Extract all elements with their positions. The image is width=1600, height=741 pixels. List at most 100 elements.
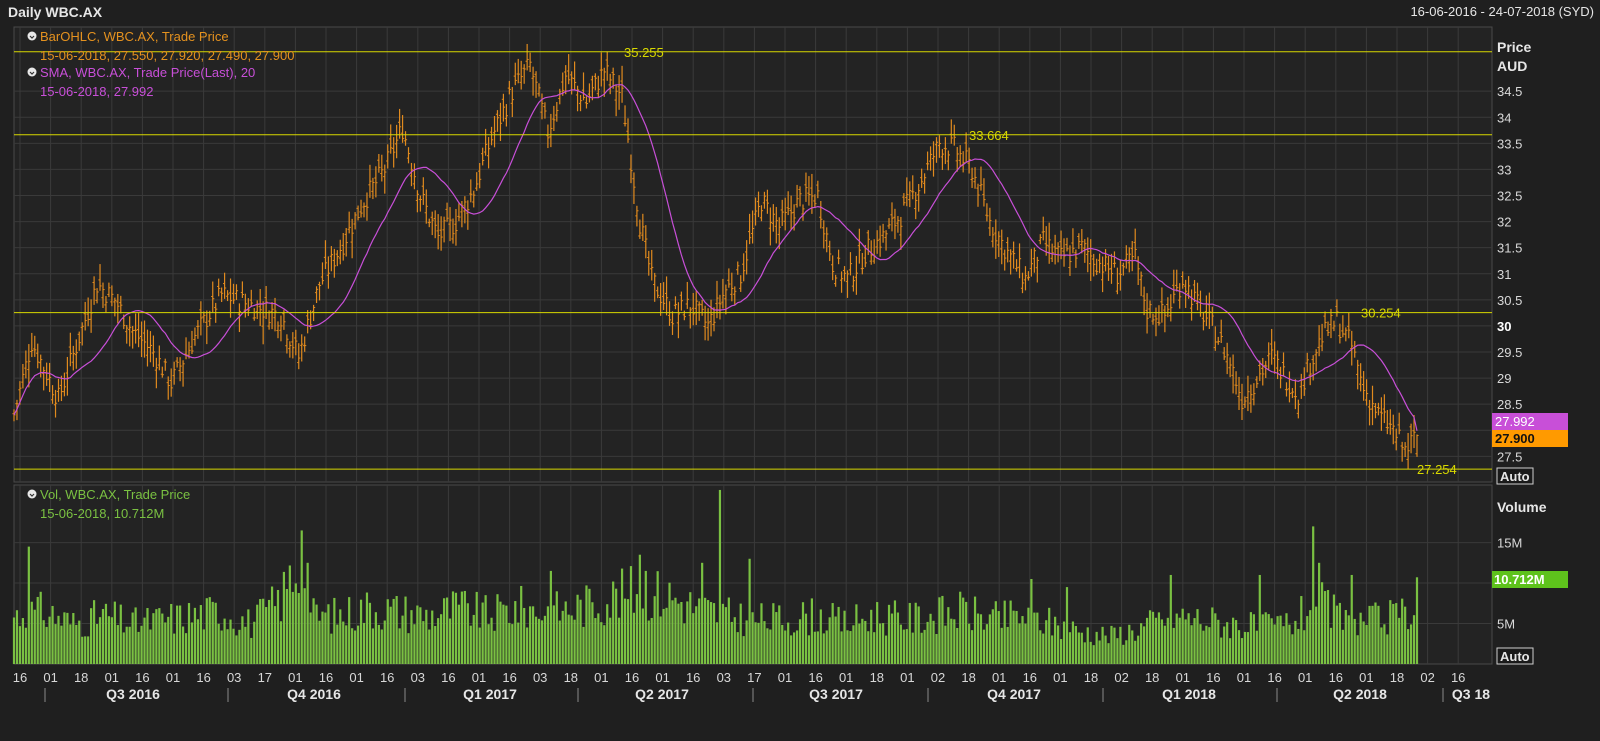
volume-bar [730,621,733,664]
volume-bar [801,602,805,664]
legend-toggle-icon[interactable] [27,31,37,41]
volume-bar [603,625,606,664]
volume-bar [591,602,594,664]
volume-bar [413,624,416,664]
volume-bar [1101,626,1104,664]
volume-bar [594,618,597,664]
x-day-label: 18 [1145,670,1159,685]
price-tick-label: 30.5 [1497,293,1522,308]
volume-bar [1131,630,1134,664]
volume-bar [748,558,751,664]
volume-bar [241,616,244,664]
volume-bar [63,612,66,664]
volume-bar [51,605,54,664]
volume-bar [457,604,461,664]
volume-bar [1039,630,1042,664]
x-day-label: 01 [43,670,57,685]
volume-bar [715,622,719,664]
volume-bar [1291,634,1294,664]
x-day-label: 01 [1176,670,1190,685]
volume-bar [1178,617,1181,664]
x-day-label: 01 [166,670,180,685]
volume-bar [348,597,351,664]
volume-bar [1362,621,1365,664]
volume-bar [1288,624,1291,664]
volume-bar [733,617,736,664]
volume-bar [1116,638,1119,664]
volume-bar [158,608,161,664]
volume-bar [778,605,781,664]
volume-bar [834,616,837,664]
volume-bar [793,632,796,664]
volume-bar [908,602,911,664]
volume-bar [588,588,591,664]
volume-bar [256,604,259,664]
legend-toggle-icon[interactable] [27,489,37,499]
x-day-label: 17 [747,670,761,685]
volume-bar [1077,632,1080,664]
volume-bar [1125,640,1128,664]
level-label: 30.254 [1361,306,1401,321]
volume-bar [899,624,902,664]
volume-bar [98,617,102,664]
volume-bar [279,621,283,664]
volume-bar [1377,605,1380,664]
volume-bar [837,606,840,664]
volume-bar [1329,627,1333,664]
volume-bar [469,625,472,664]
x-day-label: 03 [717,670,731,685]
price-volume-chart[interactable]: 27.52828.52929.53030.53131.53232.53333.5… [0,0,1600,741]
x-day-label: 02 [931,670,945,685]
volume-bar [345,625,348,664]
volume-bar [1080,632,1083,664]
volume-bar [656,571,659,664]
volume-bar [807,635,811,664]
volume-bar [442,598,446,664]
price-axis-unit: AUD [1497,58,1527,74]
volume-bar [855,604,858,664]
volume-bar [419,607,422,664]
volume-bar [790,635,793,664]
volume-bar [1000,627,1003,664]
volume-bar [674,597,677,664]
price-tick-label: 31.5 [1497,241,1522,256]
volume-auto-button-label[interactable]: Auto [1500,649,1530,664]
x-day-label: 16 [1451,670,1465,685]
volume-bar [196,619,200,664]
volume-bar [692,613,695,664]
volume-bar [1021,616,1024,664]
volume-bar [1231,617,1235,664]
price-tick-label: 28.5 [1497,397,1522,412]
volume-bar [1261,614,1264,664]
volume-bar [226,629,229,664]
price-auto-button-label[interactable]: Auto [1500,469,1530,484]
x-day-label: 01 [1237,670,1251,685]
volume-bar [380,629,383,664]
volume-bar [944,625,947,664]
volume-bar [238,629,241,664]
volume-bar [359,599,363,664]
volume-bar [297,593,300,664]
volume-bar [1062,621,1066,664]
volume-bar [609,617,612,664]
volume-bar [626,599,630,664]
volume-bar [1350,574,1353,664]
volume-bar [970,630,974,664]
legend-toggle-icon[interactable] [27,67,37,77]
volume-bar [1412,615,1416,664]
volume-bar [1086,627,1089,664]
volume-bar [244,626,247,664]
volume-bar [324,612,327,664]
volume-bar [695,606,698,664]
x-day-label: 18 [564,670,578,685]
volume-bar [683,623,686,664]
volume-bar [42,620,45,664]
quarter-label: Q4 2017 [987,686,1041,702]
volume-bar [647,620,650,664]
volume-bar [846,630,849,664]
volume-bar [229,619,232,664]
volume-bar [727,597,730,664]
volume-bar [742,636,745,664]
volume-bar [1255,630,1258,664]
volume-bar [840,631,843,664]
